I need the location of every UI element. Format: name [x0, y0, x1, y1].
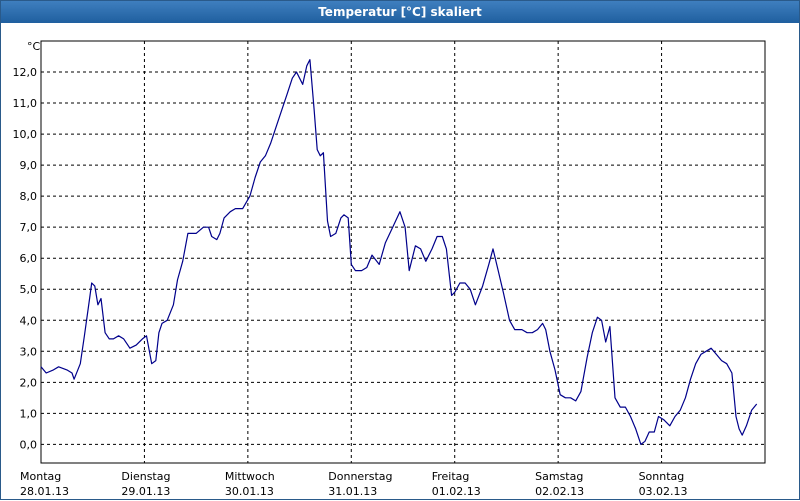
- x-tick-day-label: Donnerstag: [328, 470, 392, 483]
- y-tick-label: 3,0: [20, 345, 38, 358]
- y-tick-label: 2,0: [20, 376, 38, 389]
- x-tick-day-label: Dienstag: [121, 470, 170, 483]
- x-tick-day-label: Samstag: [535, 470, 583, 483]
- chart-window: Temperatur [°C] skaliert °C 12,0 11,0 10,0…: [0, 0, 800, 500]
- x-tick-date-label: 28.01.13: [20, 485, 69, 498]
- y-axis-tick-labels: 12,0 11,0 10,0 9,0 8,0 7,0 6,0 5,0 4,0 3,0 2,0 1,0 0…: [13, 66, 38, 451]
- y-tick-label: 10,0: [13, 128, 38, 141]
- y-tick-label: 12,0: [13, 66, 38, 79]
- y-tick-label: 6,0: [20, 252, 38, 265]
- y-tick-label: 8,0: [20, 190, 38, 203]
- x-tick-day-label: Freitag: [432, 470, 470, 483]
- x-axis-tick-labels: Montag 28.01.13 Dienstag 29.01.13 Mittwoch 30…: [20, 470, 688, 498]
- y-tick-label: 7,0: [20, 221, 38, 234]
- x-tick-date-label: 02.02.13: [535, 485, 584, 498]
- y-tick-label: 0,0: [20, 438, 38, 451]
- temperature-chart: °C 12,011,010,09,08,07,06,05,04,03,02,01…: [13, 40, 766, 498]
- x-tick-date-label: 03.02.13: [639, 485, 688, 498]
- y-tick-label: 5,0: [20, 283, 38, 296]
- x-tick-day-label: Mittwoch: [225, 470, 275, 483]
- y-tick-label: 4,0: [20, 314, 38, 327]
- plot-area-frame: [40, 40, 766, 464]
- y-tick-label: 1,0: [20, 407, 38, 420]
- y-tick-label: 11,0: [13, 97, 38, 110]
- x-tick-day-label: Sonntag: [639, 470, 685, 483]
- x-tick-date-label: 31.01.13: [328, 485, 377, 498]
- x-tick-date-label: 29.01.13: [121, 485, 170, 498]
- y-axis-unit-label: °C: [27, 40, 41, 53]
- x-tick-date-label: 30.01.13: [225, 485, 274, 498]
- y-tick-label: 9,0: [20, 159, 38, 172]
- x-tick-date-label: 01.02.13: [432, 485, 481, 498]
- x-tick-day-label: Montag: [20, 470, 61, 483]
